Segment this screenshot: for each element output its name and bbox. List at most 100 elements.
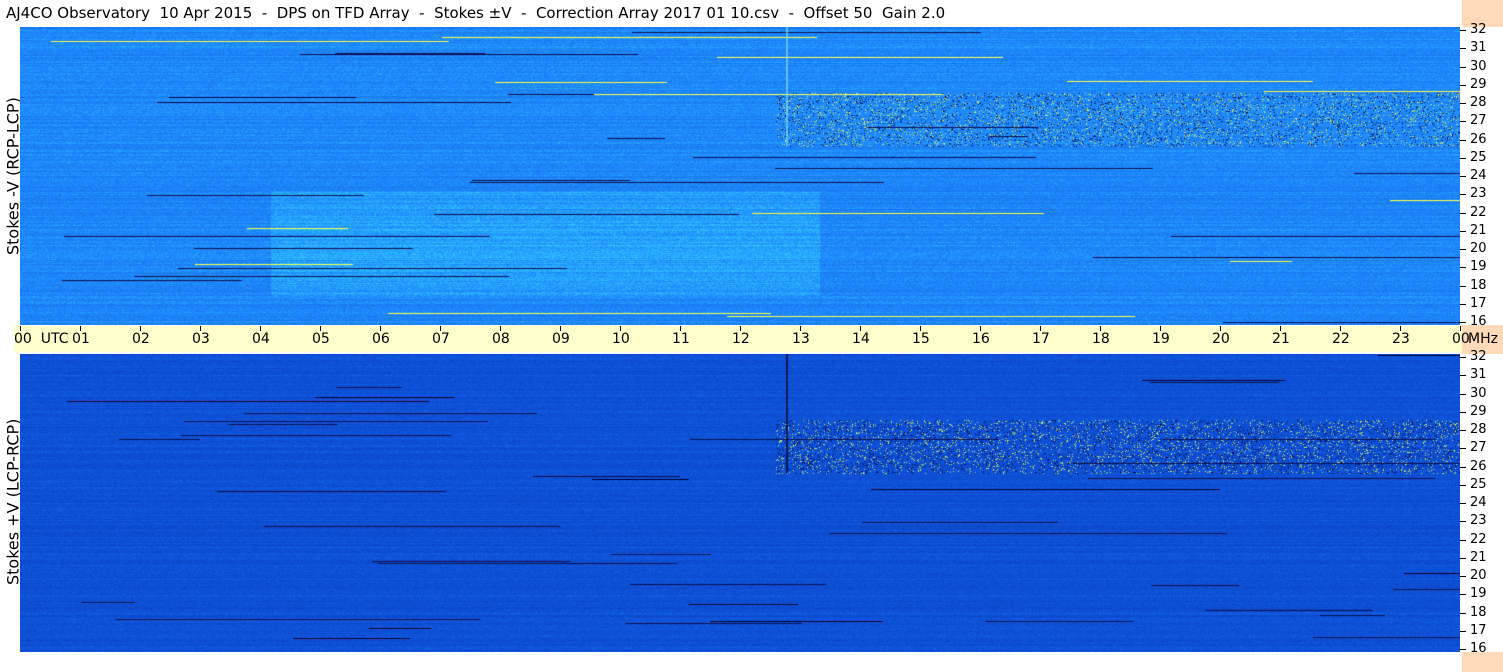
freq-tick-label: 21 — [1470, 549, 1487, 565]
time-tick-mark — [260, 326, 261, 331]
freq-tick-mark — [1460, 630, 1466, 632]
freq-tick-mark — [1460, 84, 1466, 86]
freq-tick-mark — [1460, 230, 1466, 232]
freq-tick-label: 16 — [1470, 314, 1487, 329]
freq-tick-mark — [1460, 48, 1466, 50]
freq-tick-label: 24 — [1470, 168, 1487, 183]
time-tick-label: 00 UTC — [14, 331, 69, 347]
time-tick-mark — [1340, 326, 1341, 331]
time-tick-mark — [1280, 326, 1281, 331]
time-tick-mark — [1100, 326, 1101, 331]
time-tick-mark — [20, 326, 21, 331]
time-tick-mark — [560, 326, 561, 331]
freq-tick-mark — [1460, 539, 1466, 541]
freq-tick-mark — [1460, 576, 1466, 577]
freq-tick-label: 22 — [1470, 204, 1487, 220]
time-tick-mark — [440, 326, 441, 331]
time-tick-mark — [680, 326, 681, 331]
freq-tick-mark — [1460, 430, 1466, 431]
freq-tick-label: 25 — [1470, 476, 1487, 492]
freq-tick-mark — [1460, 267, 1466, 269]
freq-tick-mark — [1460, 357, 1466, 358]
time-tick-mark — [1040, 326, 1041, 331]
freq-tick-label: 31 — [1470, 367, 1487, 383]
bottom-spectrogram-canvas — [20, 354, 1460, 652]
freq-tick-label: 29 — [1470, 76, 1487, 92]
freq-tick-mark — [1460, 249, 1466, 250]
freq-tick-mark — [1460, 411, 1466, 413]
time-tick-mark — [80, 326, 81, 331]
freq-tick-label: 28 — [1470, 422, 1487, 437]
freq-tick-mark — [1460, 30, 1466, 31]
freq-tick-mark — [1460, 484, 1466, 486]
freq-tick-mark — [1460, 103, 1466, 104]
freq-tick-label: 24 — [1470, 495, 1487, 510]
chart-title: AJ4CO Observatory 10 Apr 2015 - DPS on T… — [6, 4, 946, 22]
freq-tick-label: 25 — [1470, 149, 1487, 165]
top-spectrogram — [20, 27, 1460, 325]
freq-tick-mark — [1460, 194, 1466, 196]
time-tick-label: 05 — [312, 331, 330, 347]
freq-tick-label: 27 — [1470, 113, 1487, 129]
time-tick-label: 17 — [1032, 331, 1050, 347]
time-tick-label: 18 — [1092, 331, 1110, 347]
freq-tick-label: 21 — [1470, 222, 1487, 238]
freq-tick-mark — [1460, 303, 1466, 305]
freq-tick-label: 30 — [1470, 385, 1487, 401]
time-tick-label: 09 — [552, 331, 570, 347]
freq-tick-label: 22 — [1470, 531, 1487, 547]
freq-tick-label: 23 — [1470, 186, 1487, 202]
time-tick-label: 13 — [792, 331, 810, 347]
time-tick-label: 16 — [972, 331, 990, 347]
freq-tick-mark — [1460, 503, 1466, 504]
freq-tick-label: 18 — [1470, 277, 1487, 293]
freq-tick-mark — [1460, 557, 1466, 559]
mhz-unit-label: MHz — [1468, 331, 1498, 347]
freq-tick-label: 23 — [1470, 513, 1487, 529]
freq-tick-label: 19 — [1470, 586, 1487, 602]
freq-tick-mark — [1460, 176, 1466, 177]
freq-tick-label: 17 — [1470, 295, 1487, 311]
time-tick-mark — [980, 326, 981, 331]
freq-tick-label: 30 — [1470, 58, 1487, 74]
freq-tick-mark — [1460, 448, 1466, 450]
time-tick-label: 01 — [72, 331, 90, 347]
freq-tick-label: 20 — [1470, 568, 1487, 583]
freq-tick-label: 16 — [1470, 641, 1487, 656]
time-tick-mark — [200, 326, 201, 331]
time-tick-mark — [140, 326, 141, 331]
time-tick-mark — [860, 326, 861, 331]
time-tick-label: 10 — [612, 331, 630, 347]
time-tick-mark — [500, 326, 501, 331]
time-tick-label: 20 — [1212, 331, 1230, 347]
freq-tick-mark — [1460, 594, 1466, 596]
freq-tick-mark — [1460, 212, 1466, 214]
bottom-spectrogram — [20, 354, 1460, 652]
time-tick-label: 02 — [132, 331, 150, 347]
time-tick-label: 07 — [432, 331, 450, 347]
freq-tick-mark — [1460, 393, 1466, 395]
time-tick-label: 21 — [1272, 331, 1290, 347]
freq-tick-mark — [1460, 521, 1466, 523]
freq-tick-label: 32 — [1470, 349, 1487, 364]
freq-tick-mark — [1460, 612, 1466, 614]
freq-tick-label: 29 — [1470, 403, 1487, 419]
bottom-frequency-axis: 16 17 18 19 20 21 22 23 24 25 26 27 28 29 30 31 32 — [1460, 349, 1503, 656]
top-frequency-axis: 16 17 18 19 20 21 22 23 24 25 26 27 28 29 30 31 32 — [1460, 22, 1503, 329]
time-tick-mark — [740, 326, 741, 331]
freq-tick-label: 28 — [1470, 95, 1487, 110]
freq-tick-mark — [1460, 139, 1466, 141]
time-axis: 00 UTC 01 02 03 04 05 06 07 08 09 10 11 12 13 14 15 16 17… — [14, 326, 1470, 352]
time-tick-mark — [620, 326, 621, 331]
freq-tick-label: 27 — [1470, 440, 1487, 456]
time-tick-label: 19 — [1152, 331, 1170, 347]
freq-tick-label: 19 — [1470, 259, 1487, 275]
time-tick-mark — [1460, 326, 1461, 331]
time-tick-mark — [380, 326, 381, 331]
freq-tick-label: 18 — [1470, 604, 1487, 620]
time-tick-label: 22 — [1332, 331, 1350, 347]
time-tick-mark — [1220, 326, 1221, 331]
freq-tick-label: 26 — [1470, 458, 1487, 474]
time-tick-mark — [1160, 326, 1161, 331]
time-tick-label: 04 — [252, 331, 270, 347]
